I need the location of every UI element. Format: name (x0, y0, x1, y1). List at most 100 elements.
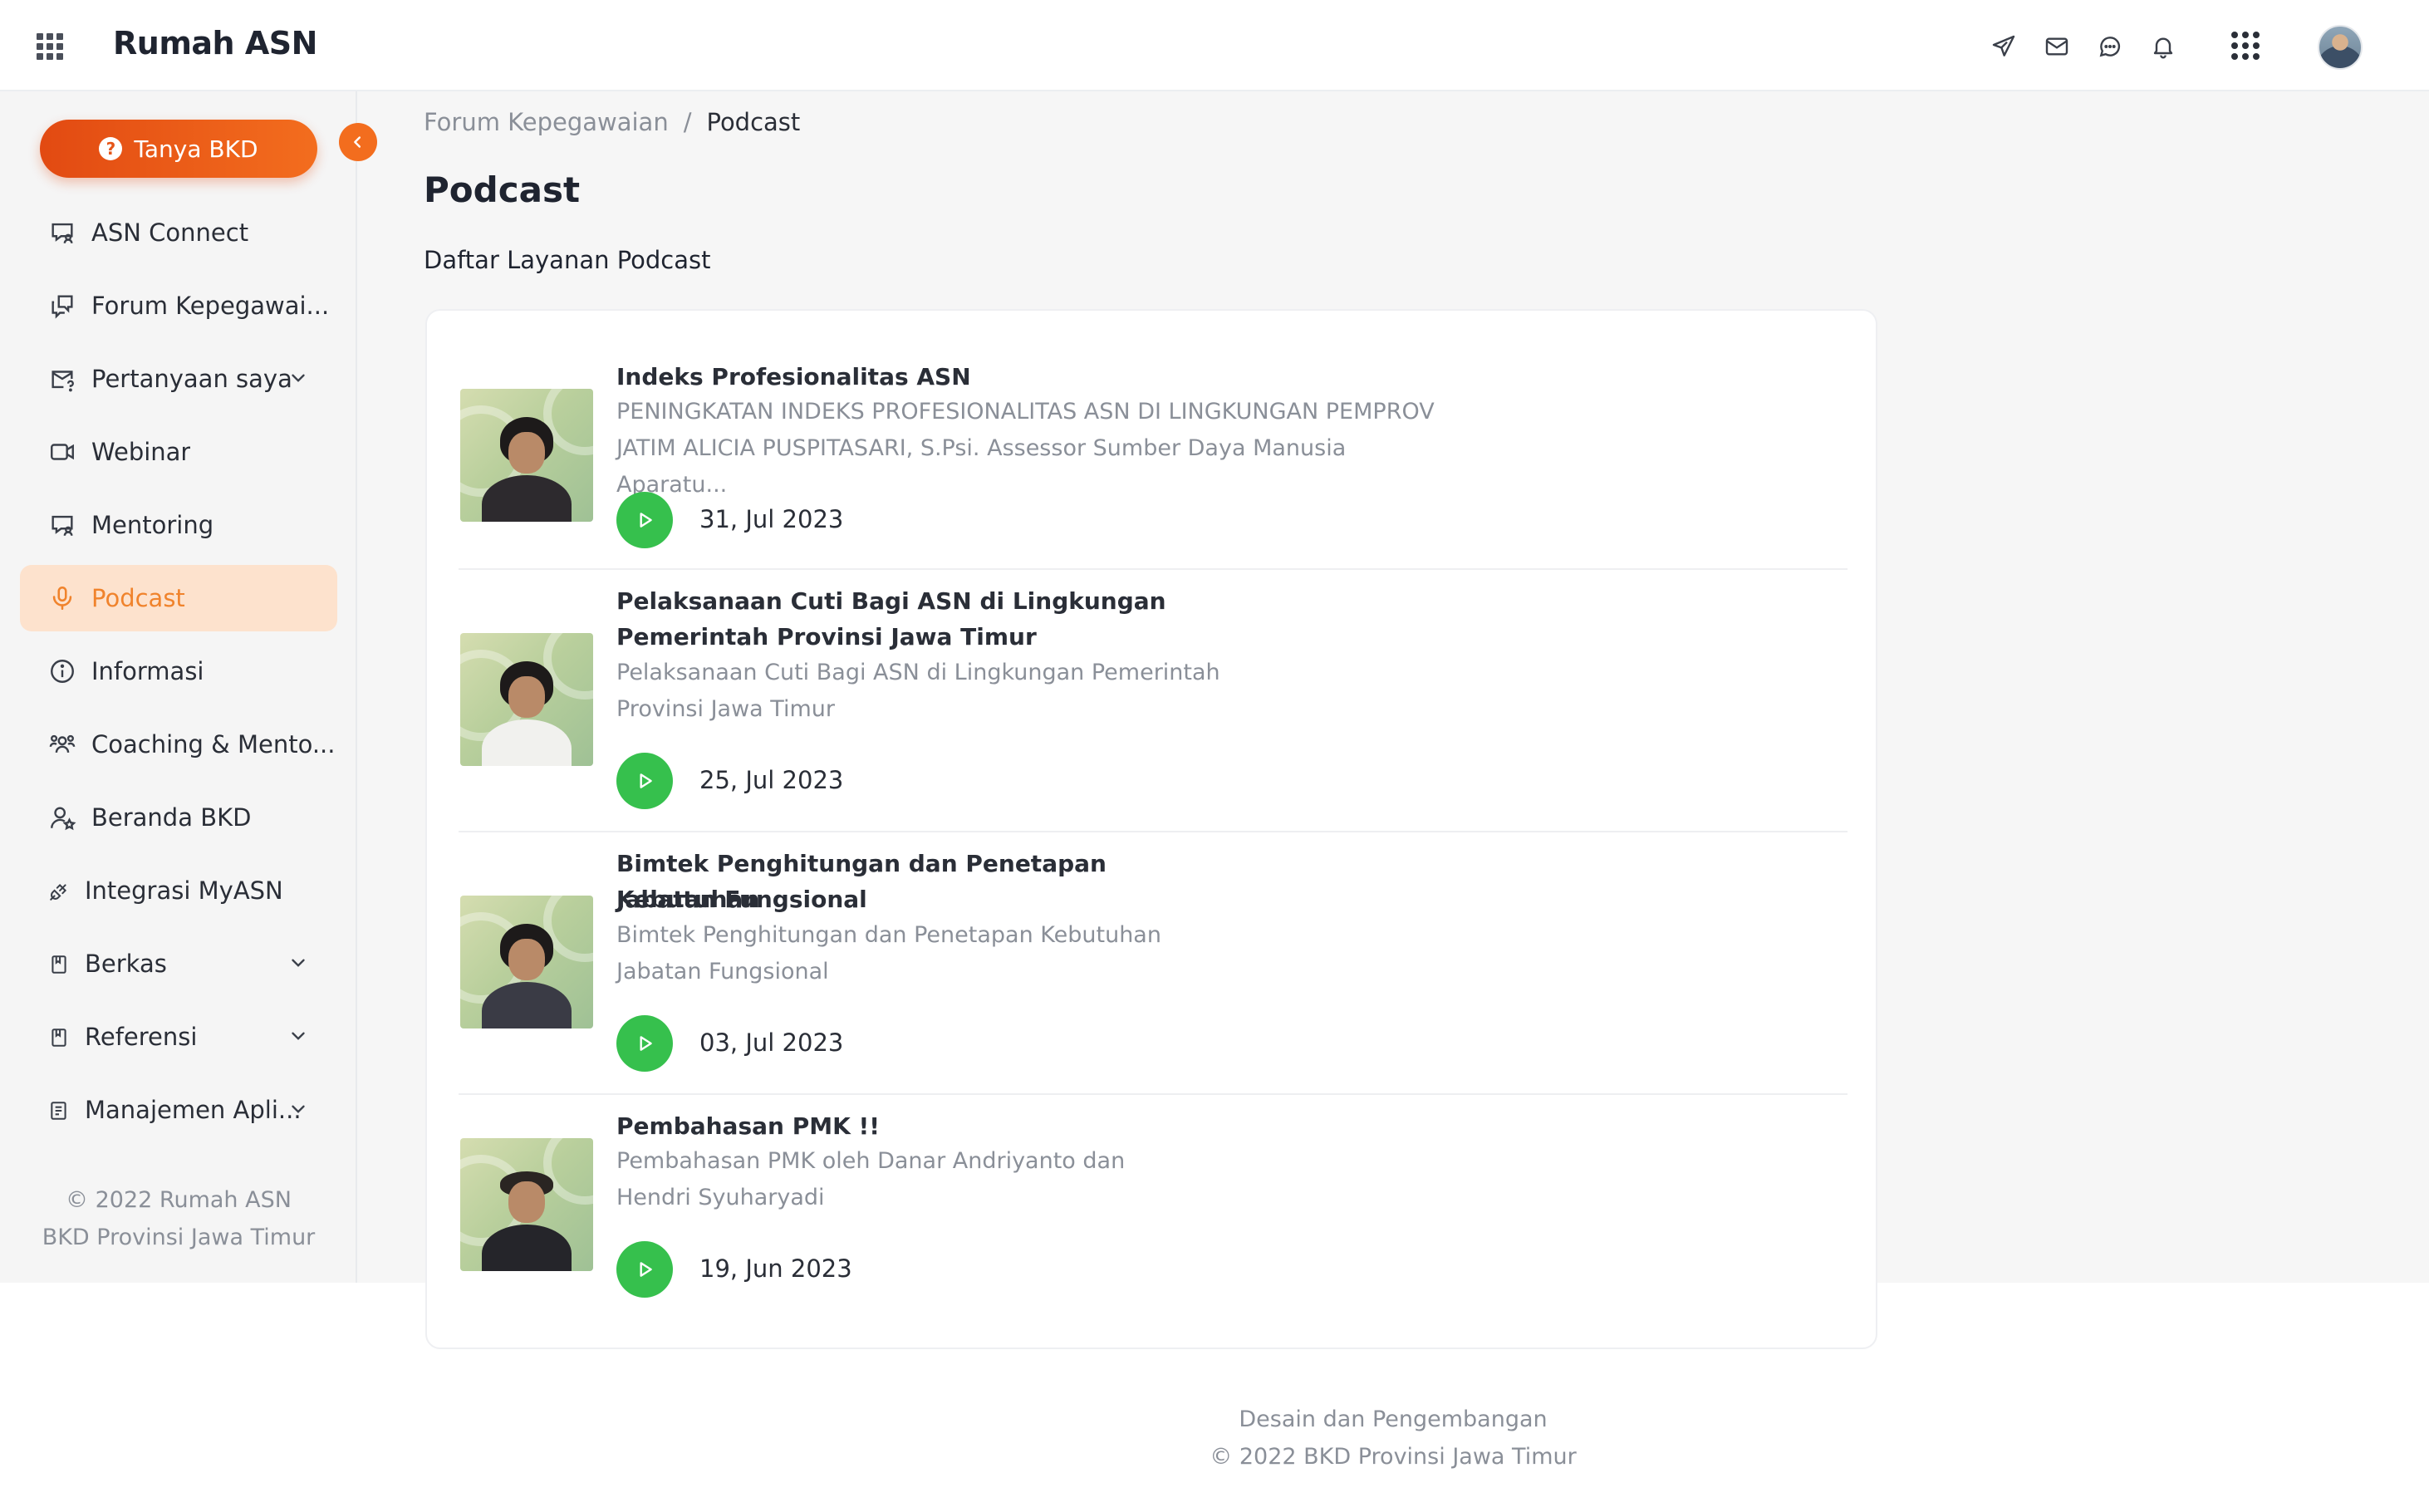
user-avatar[interactable] (2318, 25, 2363, 70)
sidebar-copyright-line1: © 2022 Rumah ASN (66, 1187, 292, 1213)
bell-icon[interactable] (2147, 30, 2180, 63)
podcast-thumbnail[interactable] (460, 896, 593, 1028)
send-icon[interactable] (1987, 30, 2020, 63)
podcast-date: 25, Jul 2023 (699, 766, 844, 794)
user-star-icon (48, 803, 76, 832)
page-title: Podcast (424, 169, 581, 210)
chevron-down-icon[interactable] (287, 952, 309, 974)
chevron-down-icon[interactable] (287, 367, 309, 389)
podcast-thumbnail[interactable] (460, 1138, 593, 1271)
mentoring-icon (48, 511, 76, 539)
play-button[interactable] (616, 1241, 673, 1298)
microphone-icon (48, 584, 76, 612)
sidebar-nav: ASN Connect Forum Kepegawai... Pertanyaa… (20, 199, 337, 1150)
podcast-title-line2[interactable]: Pemerintah Provinsi Jawa Timur (616, 619, 1248, 655)
collapse-sidebar-button[interactable] (339, 123, 377, 161)
app-manage-icon (48, 1099, 70, 1121)
sidebar-item-label: ASN Connect (91, 218, 249, 247)
sidebar-item-label: Mentoring (91, 511, 214, 539)
top-header: Rumah ASN (0, 0, 2429, 91)
sidebar-item-label: Manajemen Apli... (85, 1096, 302, 1124)
chat-icon[interactable] (2093, 30, 2127, 63)
podcast-date: 31, Jul 2023 (699, 505, 844, 533)
sidebar-item-mentoring[interactable]: Mentoring (20, 492, 337, 558)
sidebar-item-label: Podcast (91, 584, 185, 612)
sidebar-item-label: Berkas (85, 950, 167, 978)
grid-menu-icon[interactable] (37, 33, 63, 60)
app-title: Rumah ASN (113, 25, 317, 61)
podcast-item[interactable]: Pelaksanaan Cuti Bagi ASN di Lingkungan … (459, 568, 1848, 832)
video-icon (48, 438, 76, 466)
breadcrumb-forum-kepegawaian[interactable]: Forum Kepegawaian (424, 108, 669, 136)
tanya-bkd-button[interactable]: ? Tanya BKD (40, 120, 317, 178)
mail-icon[interactable] (2040, 30, 2073, 63)
sidebar-item-forum-kepegawaian[interactable]: Forum Kepegawai... (20, 272, 337, 339)
sidebar-item-coaching-mentoring[interactable]: Coaching & Mento... (20, 711, 337, 778)
podcast-description-line2: Provinsi Jawa Timur (616, 696, 835, 722)
breadcrumb-current: Podcast (706, 108, 801, 136)
play-icon (640, 1262, 652, 1277)
sidebar-item-label: Coaching & Mento... (91, 730, 336, 758)
podcast-description-line2: Jabatan Fungsional (616, 959, 829, 984)
play-icon (640, 513, 652, 528)
question-icon: ? (99, 137, 123, 160)
breadcrumb-separator: / (683, 108, 692, 136)
podcast-description-line1: Bimtek Penghitungan dan Penetapan Kebutu… (616, 922, 1161, 948)
sidebar-item-informasi[interactable]: Informasi (20, 638, 337, 704)
podcast-description-line2: Hendri Syuharyadi (616, 1185, 825, 1210)
podcast-item[interactable]: Pembahasan PMK !! Pembahasan PMK oleh Da… (459, 1093, 1848, 1326)
play-button[interactable] (616, 492, 673, 548)
podcast-title[interactable]: Pembahasan PMK !! (616, 1108, 1248, 1144)
play-button[interactable] (616, 1015, 673, 1072)
podcast-date: 03, Jul 2023 (699, 1028, 844, 1057)
chevron-down-icon[interactable] (287, 1025, 309, 1047)
info-icon (48, 657, 76, 685)
chat-user-icon (48, 218, 76, 247)
book-icon (48, 1026, 70, 1048)
chevron-left-icon (354, 136, 361, 148)
podcast-date: 19, Jun 2023 (699, 1254, 852, 1283)
podcast-title-line2[interactable]: Jabatan Fungsional (616, 881, 1248, 917)
sidebar-item-label: Pertanyaan saya (91, 365, 292, 393)
page-subtitle: Daftar Layanan Podcast (424, 246, 711, 274)
podcast-item[interactable]: Bimtek Penghitungan dan Penetapan Kebutu… (459, 831, 1848, 1095)
footer-line2: © 2022 BKD Provinsi Jawa Timur (1210, 1444, 1577, 1470)
page-footer: Desain dan Pengembangan © 2022 BKD Provi… (357, 1401, 2429, 1475)
play-icon (640, 1036, 652, 1051)
sidebar-item-label: Referensi (85, 1023, 198, 1051)
footer-line1: Desain dan Pengembangan (1239, 1406, 1548, 1432)
sidebar: ? Tanya BKD ASN Connect Forum Kepegawai.… (0, 91, 377, 1283)
sidebar-item-webinar[interactable]: Webinar (20, 419, 337, 485)
podcast-title-line1[interactable]: Pelaksanaan Cuti Bagi ASN di Lingkungan (616, 583, 1248, 619)
sidebar-copyright: © 2022 Rumah ASN BKD Provinsi Jawa Timur (0, 1181, 357, 1256)
sidebar-item-asn-connect[interactable]: ASN Connect (20, 199, 337, 266)
podcast-item[interactable]: Indeks Profesionalitas ASN PENINGKATAN I… (459, 344, 1848, 570)
mail-question-icon (48, 365, 76, 393)
sidebar-item-berkas[interactable]: Berkas (20, 930, 337, 997)
podcast-title[interactable]: Indeks Profesionalitas ASN (616, 359, 1248, 395)
file-icon (48, 953, 70, 974)
sidebar-item-manajemen-aplikasi[interactable]: Manajemen Apli... (20, 1077, 337, 1143)
sidebar-copyright-line2: BKD Provinsi Jawa Timur (42, 1225, 316, 1250)
sidebar-item-pertanyaan-saya[interactable]: Pertanyaan saya (20, 346, 337, 412)
sidebar-item-label: Beranda BKD (91, 803, 252, 832)
podcast-description-line2: JATIM ALICIA PUSPITASARI, S.Psi. Assesso… (616, 435, 1347, 498)
play-button[interactable] (616, 753, 673, 809)
podcast-description-line1: PENINGKATAN INDEKS PROFESIONALITAS ASN D… (616, 399, 1435, 425)
sidebar-item-label: Webinar (91, 438, 191, 466)
users-icon (48, 730, 76, 758)
podcast-thumbnail[interactable] (460, 389, 593, 522)
apps-icon[interactable] (2231, 32, 2260, 60)
podcast-description-line1: Pembahasan PMK oleh Danar Andriyanto dan (616, 1148, 1126, 1174)
podcast-thumbnail[interactable] (460, 633, 593, 766)
sidebar-item-podcast[interactable]: Podcast (20, 565, 337, 631)
play-icon (640, 773, 652, 788)
sidebar-item-integrasi-myasn[interactable]: Integrasi MyASN (20, 857, 337, 924)
sidebar-item-label: Forum Kepegawai... (91, 292, 330, 320)
podcast-list-card: Indeks Profesionalitas ASN PENINGKATAN I… (425, 309, 1877, 1349)
sidebar-item-label: Integrasi MyASN (85, 876, 283, 905)
sidebar-item-beranda-bkd[interactable]: Beranda BKD (20, 784, 337, 851)
chevron-down-icon[interactable] (287, 1098, 309, 1120)
sidebar-item-referensi[interactable]: Referensi (20, 1004, 337, 1070)
tanya-bkd-label: Tanya BKD (134, 135, 258, 163)
